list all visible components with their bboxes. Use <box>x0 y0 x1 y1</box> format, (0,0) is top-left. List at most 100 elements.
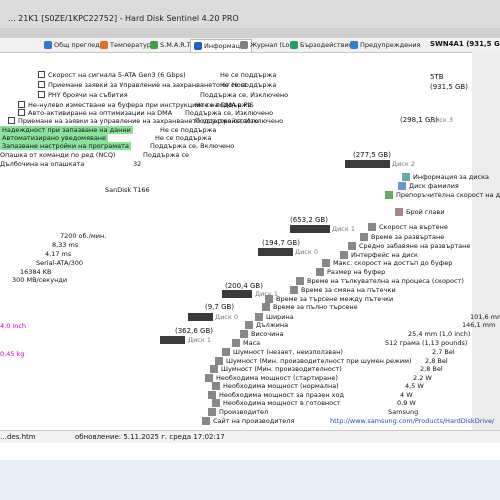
info-row: Средно забавяне на развъртане <box>348 241 470 250</box>
info-value: 0,9 W <box>397 399 416 407</box>
log-icon <box>240 41 248 49</box>
feature-value: Поддържа се, Изключено <box>195 117 284 125</box>
info-row: Скорост на въртене <box>368 222 448 231</box>
feature-value: Поддържа се, Изключено <box>200 91 289 99</box>
tab-alerts[interactable]: Предупреждения <box>350 39 420 51</box>
info-row: Време за развъртане <box>360 232 444 241</box>
tab-log[interactable]: Журнал (Log) <box>240 39 296 51</box>
info-value: 101,6 mm <box>470 313 500 321</box>
disk-label-3: Диск 3 <box>430 116 454 124</box>
info-value-model: SanDisk T166 <box>105 186 150 194</box>
feature-value: Не се поддържа <box>220 71 277 79</box>
info-value-speed: 300 MB/секунди <box>12 276 68 284</box>
info-value: 2,7 Bel <box>432 348 455 356</box>
feature-label: Запазване настройки на програмата <box>0 142 131 150</box>
tab-smart[interactable]: S.M.A.R.T. <box>150 39 192 51</box>
buffer-icon <box>316 267 324 276</box>
info-value-latency: 4,17 ms <box>45 250 72 258</box>
info-value: 4 W <box>400 391 413 399</box>
feature-value: Поддържа се <box>143 151 190 159</box>
feature-value: Поддържа се, Включено <box>150 142 235 150</box>
taskbar <box>0 460 500 500</box>
performance-icon <box>290 41 298 49</box>
feature-label: Дълбочина на опашката <box>0 160 85 168</box>
tab-performance[interactable]: Бързодействие <box>290 39 353 51</box>
info-value-size: 4,0 inch <box>0 322 27 330</box>
disk-label: Диск 0 <box>215 313 239 321</box>
disk-label: Диск 2 <box>392 160 416 168</box>
feature-checkbox[interactable] <box>8 117 15 124</box>
process-time-icon <box>296 276 304 285</box>
alerts-icon <box>350 41 358 49</box>
disk-usage-bar[interactable] <box>188 313 213 321</box>
feature-checkbox[interactable] <box>38 71 45 78</box>
info-value-buffer: 16384 KB <box>20 268 52 276</box>
disk-usage-bar[interactable] <box>290 225 330 233</box>
disk-size: (194,7 GB) <box>262 239 300 247</box>
feature-label: Автоматизирано уведомяване <box>0 134 109 142</box>
disk-size: (277,5 GB) <box>353 151 391 159</box>
length-icon <box>245 320 253 329</box>
title-bar: ... 21K1 [S0ZE/1KPC22752] - Hard Disk Se… <box>0 0 500 38</box>
disk-usage-bar[interactable] <box>345 160 390 168</box>
track-switch-icon <box>290 285 298 294</box>
info-row: Маса <box>232 338 260 347</box>
feature-checkbox[interactable] <box>38 81 45 88</box>
info-row: Височина <box>240 329 284 338</box>
disk-label: Диск 1 <box>188 336 212 344</box>
info-value-rpm: 7200 об./мин. <box>60 232 107 240</box>
overview-icon <box>44 41 52 49</box>
buffer-speed-icon <box>322 258 330 267</box>
feature-checkbox[interactable] <box>18 109 25 116</box>
feature-value: Не се поддържа <box>220 81 277 89</box>
spinup-icon <box>360 232 368 241</box>
feature-label: Опашка от команди по ред (NCQ) <box>0 151 116 159</box>
info-value: 2,2 W <box>413 374 432 382</box>
disk-size-top: 5TB <box>430 73 444 81</box>
info-row: Шумност (Мин. производителност) <box>210 364 342 373</box>
power-icon <box>212 381 220 390</box>
info-row: Размер на буфер <box>316 267 385 276</box>
disk-size: (9,7 GB) <box>205 303 235 311</box>
feature-checkbox[interactable] <box>38 91 45 98</box>
info-row: Брой глави <box>395 207 444 216</box>
manufacturer-link[interactable]: http://www.samsung.com/Products/HardDisk… <box>330 417 494 425</box>
tab-temperature[interactable]: Температура <box>100 39 155 51</box>
info-value: 4,5 W <box>405 382 424 390</box>
delay-icon <box>348 241 356 250</box>
feature-value: Не се поддържа <box>160 126 217 134</box>
info-row: Диск фамилия <box>398 181 459 190</box>
disk-model-label: SWN4A1 (931,5 GB) <box>430 40 500 48</box>
info-row: Необходима мощност (нормална) <box>212 381 339 390</box>
info-row: Необходима мощност в готовност <box>212 398 341 407</box>
smart-icon <box>150 41 158 49</box>
info-row: Информация за диска <box>402 172 489 181</box>
disk-size: (653,2 GB) <box>290 216 328 224</box>
feature-label: Надеждност при запазване на данни <box>0 126 133 134</box>
disk-usage-bar[interactable] <box>222 290 252 298</box>
disk-label: Диск 1 <box>332 225 356 233</box>
disk-size-main: (931,5 GB) <box>430 83 468 91</box>
info-value: 2,8 Bel <box>425 357 448 365</box>
disk-size: (362,6 GB) <box>175 327 213 335</box>
feature-row: Приемане заявки за Управление на захранв… <box>38 80 247 89</box>
info-icon <box>194 42 202 50</box>
feature-value: Не се поддържа <box>195 101 252 109</box>
info-row: Производител <box>208 407 268 416</box>
info-value: 2,8 Bel <box>420 365 443 373</box>
info-row: Дължина <box>245 320 288 329</box>
noise-icon <box>222 347 230 356</box>
info-row: Макс. скорост на достъп до буфер <box>322 258 452 267</box>
feature-checkbox[interactable] <box>18 101 25 108</box>
disk-usage-bar[interactable] <box>160 336 185 344</box>
tab-overview[interactable]: Общ преглед <box>44 39 100 51</box>
disk-label: Диск 0 <box>295 248 319 256</box>
power-icon <box>212 398 220 407</box>
info-value-weight: 0,45 kg <box>0 350 25 358</box>
info-row: Сайт на производителя <box>202 416 294 425</box>
feature-row: PHY броячи на събития <box>38 90 128 99</box>
info-value: 25,4 mm (1,0 inch) <box>408 330 471 338</box>
height-icon <box>240 329 248 338</box>
temperature-icon <box>100 41 108 49</box>
disk-usage-bar[interactable] <box>258 248 293 256</box>
